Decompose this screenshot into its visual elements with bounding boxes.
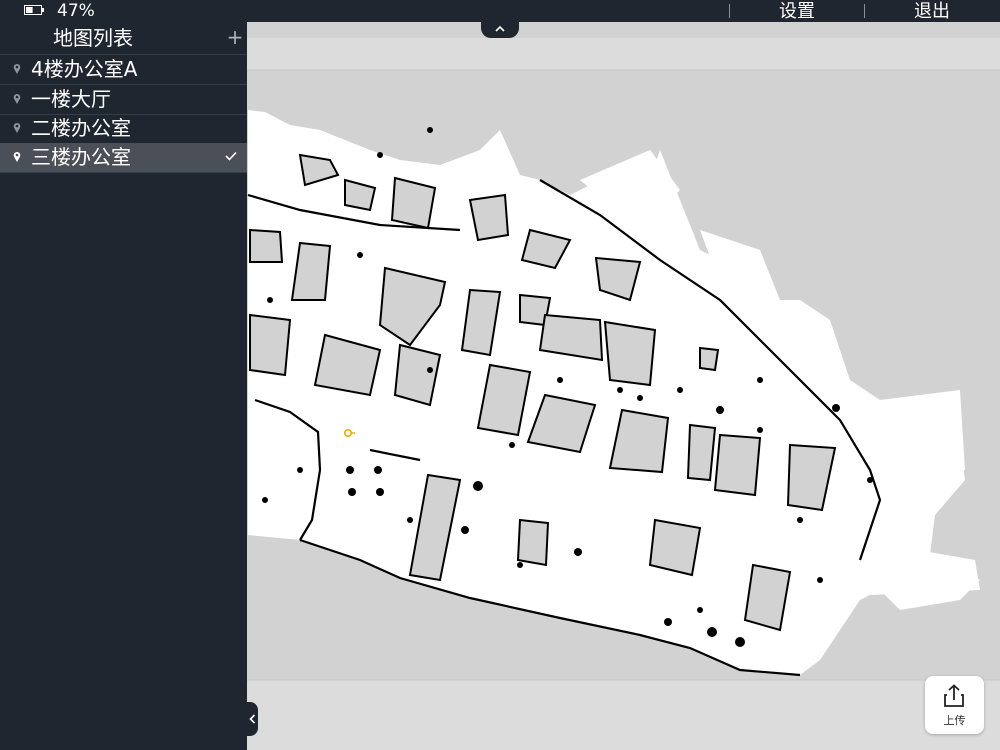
add-map-button[interactable]: + [226,24,244,50]
map-list-item[interactable]: 二楼办公室 [0,114,247,144]
share-upload-icon [944,684,964,707]
map-pin-icon [13,122,21,133]
battery-percent: 47% [57,1,95,21]
map-list-item[interactable]: 4楼办公室A [0,55,247,85]
collapse-sidebar-button[interactable] [247,702,258,736]
map-list-item-label: 4楼办公室A [31,57,138,81]
sidebar-title: 地图列表 [53,26,133,50]
checkmark-icon [225,151,237,161]
status-bar: 47% 设置 退出 [0,0,1000,22]
occupancy-grid-map[interactable] [247,22,1000,750]
divider [729,4,730,18]
divider [864,4,865,18]
map-list-sidebar: 地图列表 + 4楼办公室A 一楼大厅 二楼办公室 三楼办公室 [0,22,247,750]
map-list-item-label: 二楼办公室 [31,116,131,140]
chevron-left-icon [249,714,256,724]
map-list-item-selected[interactable]: 三楼办公室 [0,143,247,173]
map-list-item[interactable]: 一楼大厅 [0,85,247,115]
map-pin-icon [13,151,21,162]
expand-top-panel-button[interactable] [481,22,519,38]
chevron-up-icon [495,25,505,32]
battery-icon [24,5,44,15]
sidebar-header: 地图列表 + [0,22,247,55]
logout-button[interactable]: 退出 [876,0,988,22]
map-list-item-label: 一楼大厅 [31,87,111,111]
map-pin-icon [13,93,21,104]
upload-label: 上传 [943,714,966,727]
upload-button[interactable]: 上传 [925,676,984,734]
map-list-item-label: 三楼办公室 [31,145,131,169]
settings-button[interactable]: 设置 [740,0,854,22]
map-pin-icon [13,63,21,74]
map-canvas[interactable] [247,22,1000,750]
